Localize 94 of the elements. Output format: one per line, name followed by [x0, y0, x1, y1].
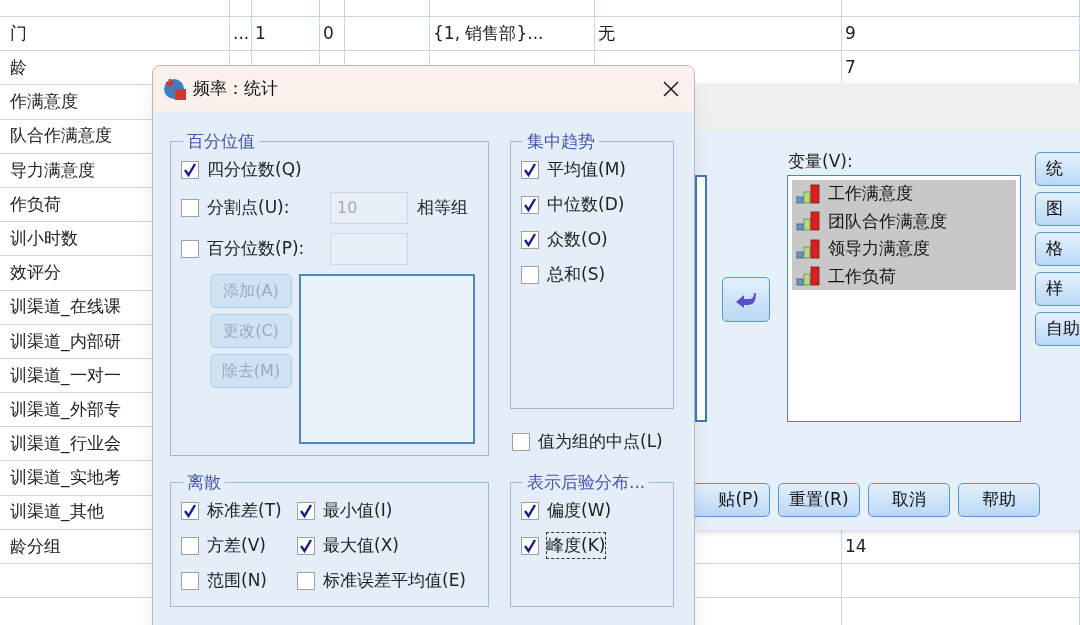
checkbox-label: 四分位数(Q) — [207, 157, 302, 181]
checkmark-icon — [523, 232, 537, 247]
checkbox[interactable] — [181, 501, 199, 520]
table-cell-text: 队合作满意度 — [10, 124, 112, 148]
checkbox-label: 平均值(M) — [547, 157, 626, 181]
table-cell-text: 门 — [10, 21, 27, 45]
app-icon — [163, 76, 187, 101]
checkbox-label: 最小值(I) — [323, 498, 393, 522]
checkbox-label: 分割点(U): — [207, 195, 290, 219]
checkbox-label: 标准误差平均值(E) — [323, 568, 466, 592]
table-cell-text: 14 — [845, 534, 867, 558]
variable-item[interactable]: 工作负荷 — [792, 262, 1016, 290]
group-title: 集中趋势 — [526, 130, 596, 153]
checkmark-icon — [523, 503, 537, 518]
variable-name: 工作负荷 — [828, 264, 896, 288]
checkbox[interactable] — [297, 501, 315, 520]
table-cell-text: {1, 销售部}... — [433, 21, 544, 45]
checkbox[interactable] — [181, 571, 199, 590]
group-title: 离散 — [186, 471, 222, 494]
move-button[interactable] — [722, 277, 770, 322]
checkmark-icon — [183, 503, 197, 518]
close-icon[interactable] — [662, 79, 680, 98]
checkmark-icon — [299, 538, 313, 553]
checkbox[interactable] — [521, 195, 539, 214]
checkmark-icon — [183, 162, 197, 177]
checkbox[interactable] — [521, 501, 539, 520]
table-cell-text: 0 — [323, 21, 334, 45]
table-cell-text: 训渠道_在线课 — [10, 295, 121, 319]
dialog-button[interactable]: 重置(R) — [778, 483, 860, 517]
checkmark-icon — [299, 503, 313, 518]
variable-item[interactable]: 工作满意度 — [792, 180, 1016, 208]
table-cell-text: 训小时数 — [10, 226, 78, 250]
group-title: 百分位值 — [186, 130, 256, 153]
checkmark-icon — [523, 538, 537, 553]
checkbox-label: 值为组的中点(L) — [538, 430, 663, 454]
side-button[interactable]: 格 — [1035, 232, 1080, 266]
checkmark-icon — [523, 197, 537, 212]
checkbox[interactable] — [521, 536, 539, 555]
return-arrow-icon — [735, 290, 757, 309]
bar-chart-icon — [796, 183, 822, 204]
checkbox-label: 峰度(K) — [547, 532, 606, 559]
bar-chart-icon — [796, 211, 822, 232]
checkbox[interactable] — [181, 160, 199, 179]
checkbox-label: 百分位数(P): — [207, 236, 305, 260]
checkbox-label: 标准差(T) — [207, 498, 282, 522]
table-cell-text: ... — [233, 21, 250, 45]
checkbox-label: 中位数(D) — [547, 192, 625, 216]
table-cell-text: 9 — [845, 21, 856, 45]
checkbox[interactable] — [521, 265, 539, 284]
table-cell-text: 效评分 — [10, 261, 61, 285]
table-cell-text: 训渠道_实地考 — [10, 466, 121, 490]
table-cell-text: 作负荷 — [10, 192, 61, 216]
checkbox-label: 偏度(W) — [547, 498, 612, 522]
checkbox-label: 方差(V) — [207, 533, 266, 557]
bar-chart-icon — [796, 266, 822, 287]
dialog-button[interactable]: 帮助 — [958, 483, 1040, 517]
checkbox[interactable] — [512, 433, 530, 451]
side-button[interactable]: 样 — [1035, 272, 1080, 306]
table-cell-text: 训渠道_其他 — [10, 500, 104, 524]
checkbox-label: 众数(O) — [547, 227, 608, 251]
checkbox[interactable] — [521, 230, 539, 249]
bar-chart-icon — [796, 238, 822, 259]
checkbox[interactable] — [181, 536, 199, 555]
table-cell-text: 训渠道_行业会 — [10, 432, 121, 456]
variable-item[interactable]: 领导力满意度 — [792, 235, 1016, 263]
variable-name: 团队合作满意度 — [828, 209, 947, 233]
table-cell-text: 1 — [255, 21, 266, 45]
checkbox-label: 范围(N) — [207, 568, 267, 592]
variable-item[interactable]: 团队合作满意度 — [792, 207, 1016, 235]
table-cell-text: 龄 — [10, 56, 27, 80]
table-cell-text: 训渠道_内部研 — [10, 329, 121, 354]
variables-label: 变量(V): — [788, 150, 853, 173]
table-cell-text: 导力满意度 — [10, 158, 95, 182]
table-cell-text: 无 — [598, 21, 615, 45]
side-button[interactable]: 自助 — [1035, 312, 1080, 346]
checkbox-label: 最大值(X) — [323, 533, 399, 557]
side-button[interactable]: 图 — [1035, 192, 1080, 226]
window-title: 频率：统计 — [193, 76, 278, 100]
checkbox[interactable] — [297, 536, 315, 555]
dialog-button[interactable]: 取消 — [868, 483, 950, 517]
side-button[interactable]: 统 — [1035, 152, 1080, 186]
field-suffix: 相等组 — [417, 195, 468, 219]
checkmark-icon — [523, 162, 537, 177]
table-cell-text: 训渠道_外部专 — [10, 397, 121, 422]
variable-name: 工作满意度 — [828, 182, 913, 205]
variable-name: 领导力满意度 — [828, 237, 930, 260]
table-cell-text: 龄分组 — [10, 534, 61, 558]
checkbox[interactable] — [521, 160, 539, 179]
checkbox[interactable] — [297, 571, 315, 590]
table-cell-text: 作满意度 — [10, 90, 78, 114]
group-title: 表示后验分布... — [526, 471, 647, 494]
table-cell-text: 7 — [845, 56, 856, 80]
checkbox-label: 总和(S) — [547, 262, 606, 286]
table-cell-text: 训渠道_一对一 — [10, 363, 121, 388]
